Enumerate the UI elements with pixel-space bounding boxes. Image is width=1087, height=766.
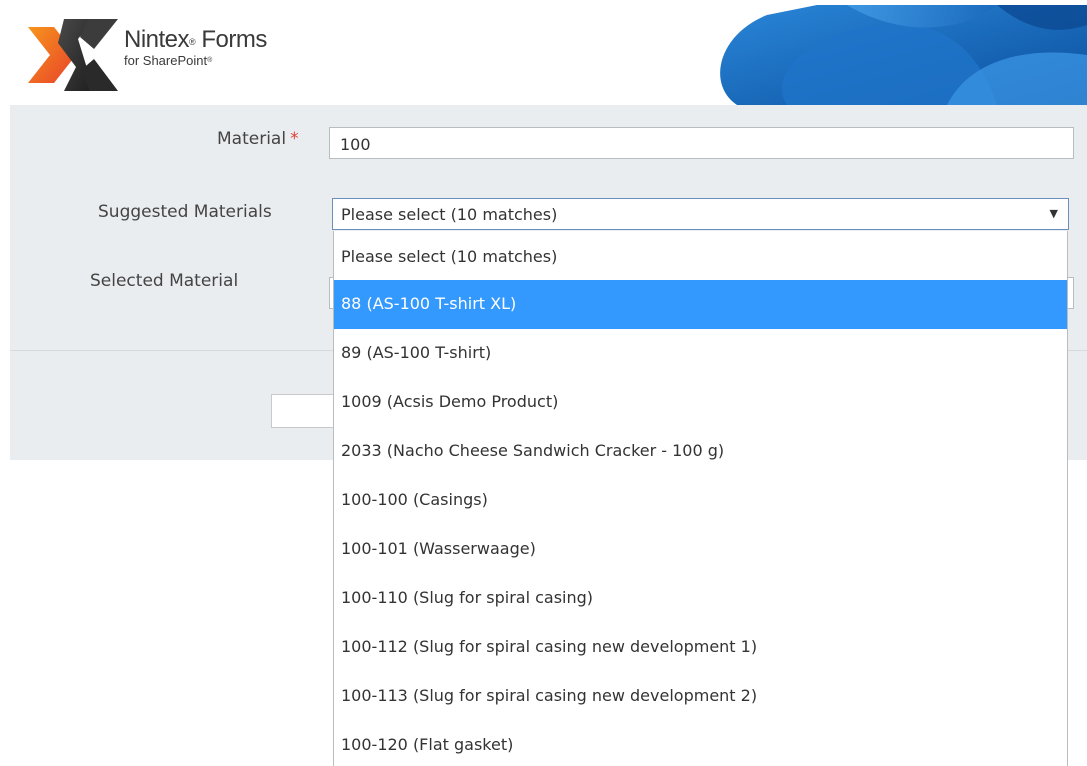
dropdown-option[interactable]: 88 (AS-100 T-shirt XL): [334, 280, 1067, 329]
logo-subtitle: for SharePoint®: [124, 53, 213, 68]
dropdown-option[interactable]: 100-110 (Slug for spiral casing): [334, 574, 1067, 623]
dropdown-option[interactable]: Please select (10 matches): [334, 231, 1067, 280]
header-banner-graphic: [720, 5, 1087, 105]
logo-title: Nintex® Forms: [124, 26, 267, 53]
nintex-logo-icon: [28, 19, 118, 91]
dropdown-option[interactable]: 1009 (Acsis Demo Product): [334, 378, 1067, 427]
form-action-button[interactable]: [271, 394, 341, 428]
caret-down-icon: ▼: [1049, 207, 1058, 220]
suggested-materials-label: Suggested Materials: [98, 202, 272, 222]
suggested-materials-select[interactable]: Please select (10 matches) ▼: [332, 198, 1069, 230]
dropdown-option[interactable]: 100-120 (Flat gasket): [334, 721, 1067, 766]
dropdown-option[interactable]: 100-100 (Casings): [334, 476, 1067, 525]
dropdown-option[interactable]: 89 (AS-100 T-shirt): [334, 329, 1067, 378]
suggested-materials-value: Please select (10 matches): [341, 205, 558, 224]
dropdown-option[interactable]: 100-101 (Wasserwaage): [334, 525, 1067, 574]
required-marker: *: [290, 129, 299, 149]
dropdown-option[interactable]: 100-112 (Slug for spiral casing new deve…: [334, 623, 1067, 672]
dropdown-option[interactable]: 2033 (Nacho Cheese Sandwich Cracker - 10…: [334, 427, 1067, 476]
selected-material-label: Selected Material: [90, 271, 239, 291]
nintex-form-page: Nintex® Forms for SharePoint® Material *…: [0, 0, 1087, 766]
dropdown-option[interactable]: 100-113 (Slug for spiral casing new deve…: [334, 672, 1067, 721]
material-input[interactable]: 100: [329, 127, 1074, 159]
form-header: Nintex® Forms for SharePoint®: [10, 5, 1087, 105]
logo-wordmark: Nintex® Forms for SharePoint®: [124, 26, 267, 69]
material-label: Material *: [217, 129, 299, 149]
suggested-materials-dropdown-list[interactable]: Please select (10 matches) 88 (AS-100 T-s…: [333, 231, 1068, 766]
